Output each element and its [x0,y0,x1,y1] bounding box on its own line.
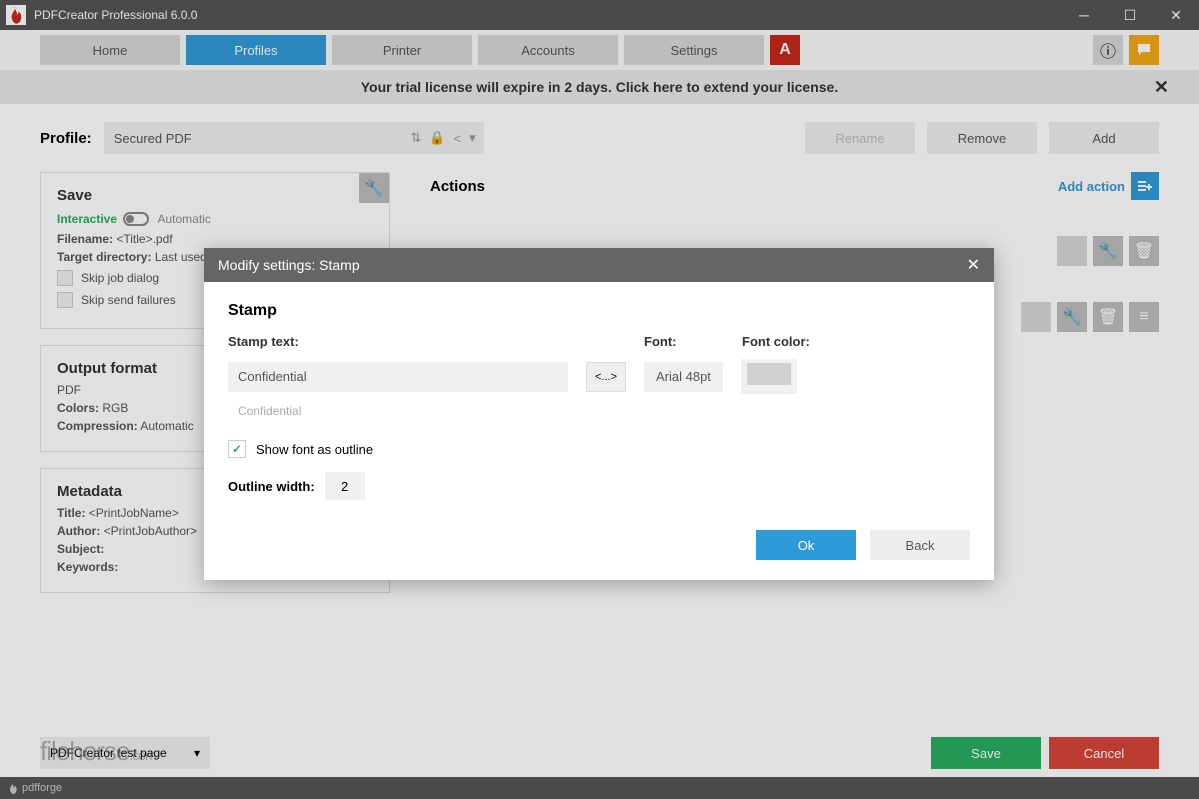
font-color-label: Font color: [742,334,810,349]
back-button[interactable]: Back [870,530,970,560]
modal-title-text: Modify settings: Stamp [218,257,360,273]
modal-close-icon[interactable]: ✕ [967,255,980,275]
stamp-text-input[interactable] [228,362,568,392]
modal-stamp-settings: Modify settings: Stamp ✕ Stamp Stamp tex… [204,248,994,580]
modal-heading: Stamp [228,302,970,320]
color-swatch [747,363,791,385]
checkmark-icon: ✓ [228,440,246,458]
font-color-picker[interactable] [741,359,797,394]
stamp-hint: Confidential [228,398,970,424]
show-outline-checkbox[interactable]: ✓ Show font as outline [228,440,970,458]
font-label: Font: [644,334,724,349]
stamp-text-label: Stamp text: [228,334,568,349]
token-button[interactable]: <...> [586,362,626,392]
font-button[interactable]: Arial 48pt [644,362,723,392]
modal-titlebar: Modify settings: Stamp ✕ [204,248,994,282]
outline-width-label: Outline width: [228,479,315,494]
outline-width-input[interactable] [325,472,365,500]
ok-button[interactable]: Ok [756,530,856,560]
